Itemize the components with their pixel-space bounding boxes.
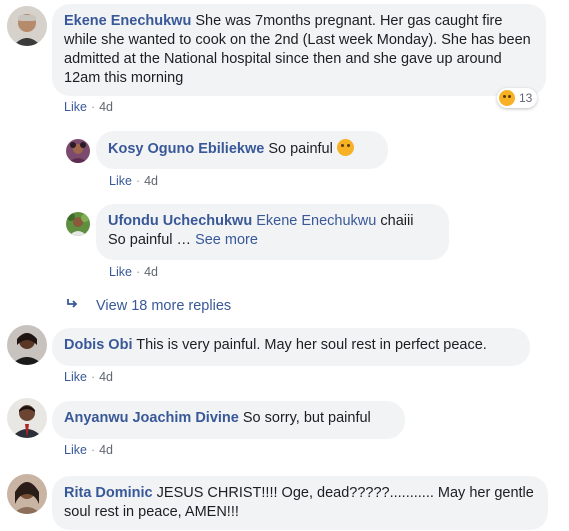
comment-text: So painful [268,141,333,157]
comment-meta: Like · 4d [64,370,114,384]
like-button[interactable]: Like [64,370,87,384]
comment-bubble: Dobis Obi This is very painful. May her … [52,328,530,366]
comment-meta: Like · 4d [109,174,159,188]
comment-meta: Like · 4d [64,443,114,457]
commenter-name[interactable]: Rita Dominic [64,485,153,501]
comment-bubble: Anyanwu Joachim Divine So sorry, but pai… [52,401,405,439]
commenter-name[interactable]: Ekene Enechukwu [64,13,191,29]
like-button[interactable]: Like [64,443,87,457]
view-more-label[interactable]: View 18 more replies [96,298,231,314]
timestamp[interactable]: 4d [99,100,113,114]
timestamp[interactable]: 4d [99,443,113,457]
reply-arrow-icon [66,298,84,314]
crying-face-icon [336,139,354,156]
comment-bubble: Rita Dominic JESUS CHRIST!!!! Oge, dead?… [52,476,548,530]
avatar[interactable] [7,6,47,46]
avatar[interactable] [66,212,90,236]
avatar[interactable] [7,474,47,514]
timestamp[interactable]: 4d [144,265,158,279]
like-button[interactable]: Like [109,174,132,188]
commenter-name[interactable]: Ufondu Uchechukwu [108,213,252,229]
mention-link[interactable]: Ekene Enechukwu [256,213,376,229]
comment-text-truncated: So painful … [108,232,192,248]
reply-bubble: Ufondu Uchechukwu Ekene Enechukwu chaiii… [96,204,449,260]
sad-face-icon [499,90,515,106]
see-more-link[interactable]: See more [195,232,258,248]
commenter-name[interactable]: Anyanwu Joachim Divine [64,410,239,426]
comment-text: This is very painful. May her soul rest … [136,337,487,353]
comment-bubble: Ekene Enechukwu She was 7months pregnant… [52,4,546,96]
view-more-replies[interactable]: View 18 more replies [66,298,231,314]
reaction-count: 13 [519,91,533,105]
commenter-name[interactable]: Dobis Obi [64,337,132,353]
avatar[interactable] [7,398,47,438]
commenter-name[interactable]: Kosy Oguno Ebiliekwe [108,141,264,157]
like-button[interactable]: Like [109,265,132,279]
avatar[interactable] [66,139,90,163]
like-button[interactable]: Like [64,100,87,114]
comment-meta: Like · 4d [64,100,114,114]
comment-text: chaiii [380,213,414,229]
comment-text: So sorry, but painful [242,410,371,426]
comment-meta: Like · 4d [109,265,159,279]
reply-bubble: Kosy Oguno Ebiliekwe So painful [96,131,388,169]
timestamp[interactable]: 4d [144,174,158,188]
avatar[interactable] [7,325,47,365]
reaction-count-badge[interactable]: 13 [497,88,538,108]
timestamp[interactable]: 4d [99,370,113,384]
